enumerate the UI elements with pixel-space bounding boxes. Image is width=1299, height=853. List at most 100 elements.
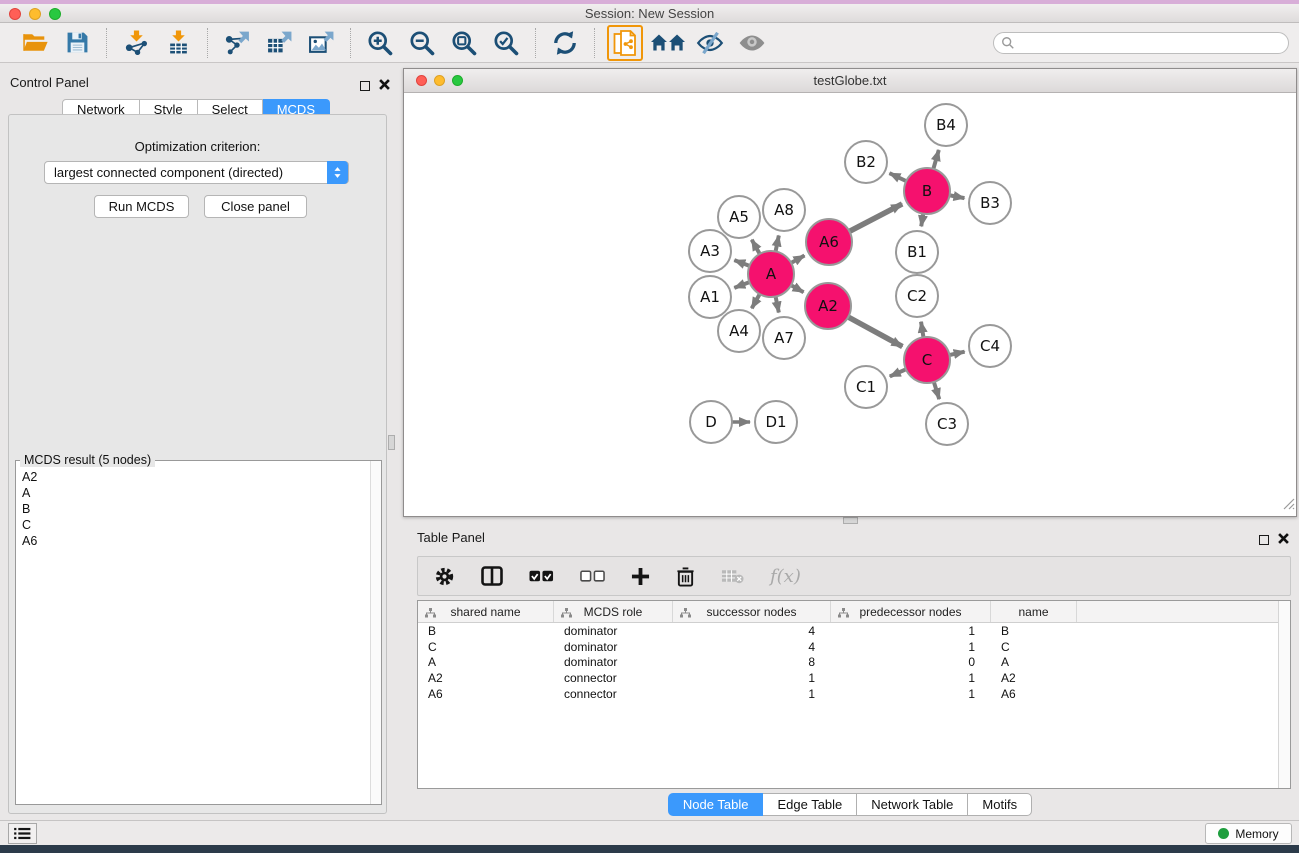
- window-resize-grip[interactable]: [1281, 496, 1295, 515]
- zoom-out-icon[interactable]: [405, 27, 439, 59]
- save-session-icon[interactable]: [60, 27, 94, 59]
- network-node-A1[interactable]: A1: [689, 276, 731, 318]
- network-node-C1[interactable]: C1: [845, 366, 887, 408]
- mcds-result-item[interactable]: A: [22, 485, 369, 501]
- criterion-dropdown[interactable]: largest connected component (directed): [44, 161, 349, 184]
- table-cell[interactable]: 1: [831, 640, 991, 654]
- network-node-B[interactable]: B: [904, 168, 950, 214]
- show-panel-eye-icon[interactable]: [735, 27, 769, 59]
- table-cell[interactable]: dominator: [554, 640, 673, 654]
- table-cell[interactable]: dominator: [554, 624, 673, 638]
- zoom-in-icon[interactable]: [363, 27, 397, 59]
- network-node-B2[interactable]: B2: [845, 141, 887, 183]
- table-cell[interactable]: A: [991, 655, 1077, 669]
- network-node-B1[interactable]: B1: [896, 231, 938, 273]
- network-node-C[interactable]: C: [904, 337, 950, 383]
- run-mcds-button[interactable]: Run MCDS: [94, 195, 189, 218]
- table-cell[interactable]: 1: [673, 687, 831, 701]
- mcds-result-item[interactable]: A6: [22, 533, 369, 549]
- float-panel-icon[interactable]: [360, 81, 370, 91]
- table-row[interactable]: Adominator80A: [418, 655, 1290, 671]
- network-node-A[interactable]: A: [748, 251, 794, 297]
- delete-column-trash-icon[interactable]: [676, 566, 695, 587]
- table-cell[interactable]: dominator: [554, 655, 673, 669]
- column-header[interactable]: predecessor nodes: [831, 601, 991, 622]
- table-cell[interactable]: connector: [554, 687, 673, 701]
- mcds-result-item[interactable]: B: [22, 501, 369, 517]
- table-settings-gear-icon[interactable]: [434, 566, 455, 587]
- table-cell[interactable]: C: [418, 640, 554, 654]
- table-cell[interactable]: connector: [554, 671, 673, 685]
- import-table-icon[interactable]: [161, 27, 195, 59]
- function-builder-icon[interactable]: f(x): [770, 566, 801, 587]
- export-image-icon[interactable]: [304, 27, 338, 59]
- import-network-icon[interactable]: [119, 27, 153, 59]
- network-node-C4[interactable]: C4: [969, 325, 1011, 367]
- delete-table-icon[interactable]: [721, 568, 744, 584]
- network-node-A6[interactable]: A6: [806, 219, 852, 265]
- result-scrollbar[interactable]: [370, 461, 381, 804]
- float-table-panel-icon[interactable]: [1259, 535, 1269, 545]
- network-node-A8[interactable]: A8: [763, 189, 805, 231]
- table-row[interactable]: Bdominator41B: [418, 623, 1290, 639]
- table-row[interactable]: A2connector11A2: [418, 670, 1290, 686]
- close-panel-button[interactable]: Close panel: [204, 195, 307, 218]
- close-table-panel-icon[interactable]: [1278, 531, 1289, 549]
- new-network-from-selection-icon[interactable]: [607, 25, 643, 61]
- table-cell[interactable]: 0: [831, 655, 991, 669]
- network-node-D[interactable]: D: [690, 401, 732, 443]
- deselect-all-columns-icon[interactable]: [580, 570, 605, 583]
- mcds-result-item[interactable]: C: [22, 517, 369, 533]
- panel-splitter-grip[interactable]: [388, 435, 395, 450]
- table-cell[interactable]: A: [418, 655, 554, 669]
- tab-edge-table[interactable]: Edge Table: [763, 793, 857, 816]
- tab-node-table[interactable]: Node Table: [668, 793, 764, 816]
- table-cell[interactable]: B: [418, 624, 554, 638]
- tab-network-table[interactable]: Network Table: [857, 793, 968, 816]
- column-header[interactable]: shared name: [418, 601, 554, 622]
- memory-button[interactable]: Memory: [1205, 823, 1292, 844]
- table-scrollbar[interactable]: [1278, 601, 1290, 788]
- network-node-C2[interactable]: C2: [896, 275, 938, 317]
- network-node-A7[interactable]: A7: [763, 317, 805, 359]
- network-node-A2[interactable]: A2: [805, 283, 851, 329]
- table-cell[interactable]: A6: [418, 687, 554, 701]
- table-cell[interactable]: C: [991, 640, 1077, 654]
- apply-layout-icon[interactable]: [548, 27, 582, 59]
- tab-motifs[interactable]: Motifs: [968, 793, 1032, 816]
- table-cell[interactable]: 1: [673, 671, 831, 685]
- split-panel-icon[interactable]: [481, 566, 503, 586]
- zoom-selected-icon[interactable]: [489, 27, 523, 59]
- mcds-result-item[interactable]: A2: [22, 469, 369, 485]
- table-cell[interactable]: A2: [418, 671, 554, 685]
- open-file-icon[interactable]: [18, 27, 52, 59]
- close-panel-icon[interactable]: [379, 77, 390, 95]
- export-table-icon[interactable]: [262, 27, 296, 59]
- table-cell[interactable]: 8: [673, 655, 831, 669]
- network-node-B3[interactable]: B3: [969, 182, 1011, 224]
- select-all-columns-icon[interactable]: [529, 570, 554, 583]
- home-icon[interactable]: [651, 27, 685, 59]
- table-row[interactable]: A6connector11A6: [418, 686, 1290, 702]
- network-canvas[interactable]: AA1A2A3A4A5A6A7A8BB1B2B3B4CC1C2C3C4DD1: [404, 93, 1296, 516]
- network-node-D1[interactable]: D1: [755, 401, 797, 443]
- export-network-icon[interactable]: [220, 27, 254, 59]
- table-cell[interactable]: B: [991, 624, 1077, 638]
- hide-panel-eye-icon[interactable]: [693, 27, 727, 59]
- search-input[interactable]: [993, 32, 1289, 54]
- column-header[interactable]: MCDS role: [554, 601, 673, 622]
- network-window-titlebar[interactable]: testGlobe.txt: [404, 69, 1296, 93]
- column-header[interactable]: name: [991, 601, 1077, 622]
- network-node-A4[interactable]: A4: [718, 310, 760, 352]
- table-cell[interactable]: A2: [991, 671, 1077, 685]
- table-cell[interactable]: 4: [673, 640, 831, 654]
- table-cell[interactable]: 1: [831, 624, 991, 638]
- network-node-A5[interactable]: A5: [718, 196, 760, 238]
- table-cell[interactable]: A6: [991, 687, 1077, 701]
- network-node-C3[interactable]: C3: [926, 403, 968, 445]
- table-cell[interactable]: 4: [673, 624, 831, 638]
- add-column-icon[interactable]: [631, 567, 650, 586]
- task-history-button[interactable]: [8, 823, 37, 844]
- table-row[interactable]: Cdominator41C: [418, 639, 1290, 655]
- table-cell[interactable]: 1: [831, 687, 991, 701]
